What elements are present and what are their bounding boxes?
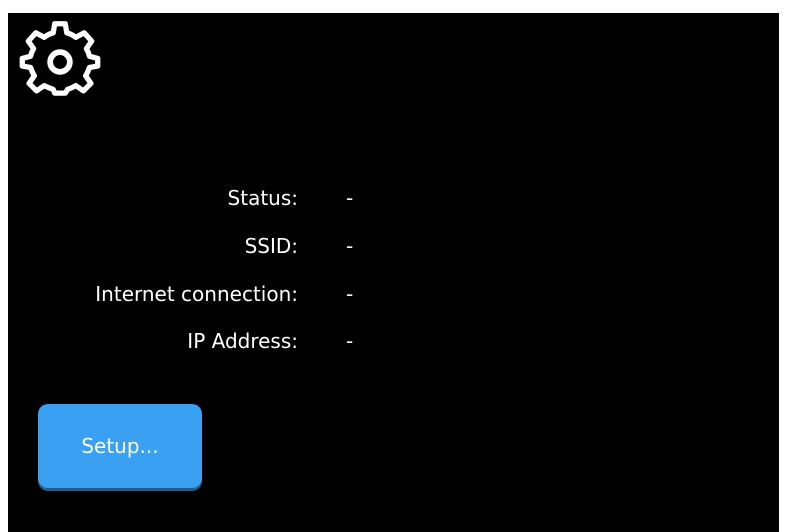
status-row: Status: - xyxy=(8,183,428,213)
ip-address-value: - xyxy=(346,329,354,353)
status-value: - xyxy=(346,186,354,210)
internet-connection-label: Internet connection: xyxy=(95,282,298,306)
gear-icon xyxy=(19,21,101,96)
ip-address-row: IP Address: - xyxy=(8,326,428,356)
network-status-screen: Status: - SSID: - Internet connection: -… xyxy=(8,13,779,532)
ssid-label: SSID: xyxy=(244,234,298,258)
ssid-value: - xyxy=(346,234,354,258)
ip-address-label: IP Address: xyxy=(187,329,298,353)
setup-button[interactable]: Setup... xyxy=(38,404,202,488)
ssid-row: SSID: - xyxy=(8,231,428,261)
settings-gear-icon[interactable] xyxy=(19,21,101,103)
internet-connection-value: - xyxy=(346,282,354,306)
internet-connection-row: Internet connection: - xyxy=(8,279,428,309)
status-label: Status: xyxy=(227,186,298,210)
